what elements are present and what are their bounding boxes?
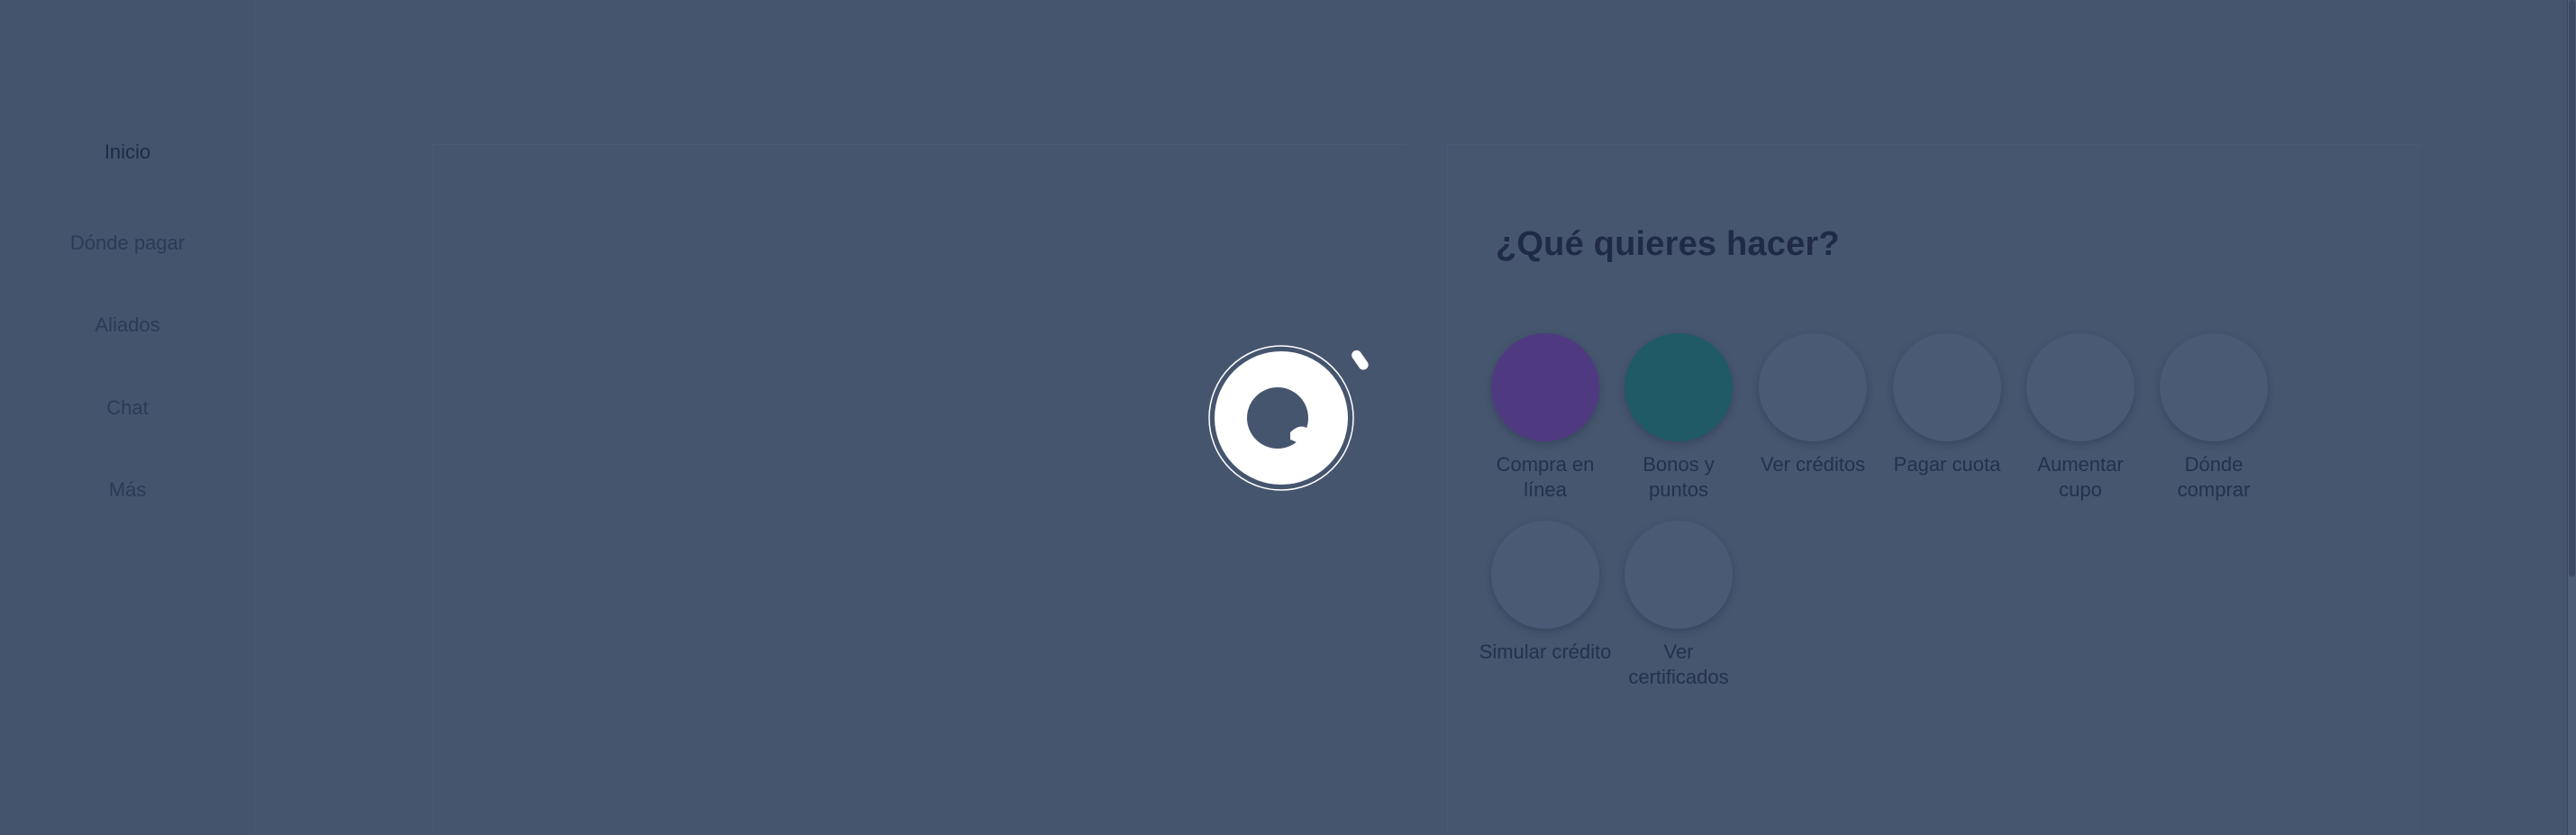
gift-icon: [1625, 333, 1733, 441]
section-title: ¿Qué quieres hacer?: [1496, 225, 1840, 263]
action-label: Dónde comprar: [2177, 453, 2251, 501]
action-label: Simular crédito: [1479, 640, 1612, 663]
action-ver-creditos[interactable]: Ver créditos: [1746, 333, 1880, 477]
scrollbar-thumb[interactable]: [2569, 0, 2575, 576]
action-bonos-y-puntos[interactable]: Bonos y puntos: [1612, 333, 1745, 503]
certificate-icon: [1625, 521, 1733, 629]
sidebar-item-mas[interactable]: Más: [0, 478, 255, 502]
action-label: Ver certificados: [1628, 640, 1729, 688]
action-label: Compra en línea: [1496, 453, 1595, 501]
sidebar-item-chat[interactable]: Chat: [0, 396, 255, 420]
action-donde-comprar[interactable]: Dónde comprar: [2147, 333, 2280, 503]
action-pagar-cuota[interactable]: Pagar cuota: [1880, 333, 2014, 477]
loading-spinner-icon: [1207, 344, 1370, 497]
credit-icon: [1759, 333, 1867, 441]
action-label: Pagar cuota: [1893, 453, 2001, 476]
store-icon: [2160, 333, 2268, 441]
action-compra-en-linea[interactable]: Compra en línea: [1479, 333, 1612, 503]
app-window: Inicio Dónde pagar Aliados Chat Más ¿Qué…: [0, 0, 2576, 835]
sidebar-item-inicio[interactable]: Inicio: [0, 141, 255, 164]
sidebar: Inicio Dónde pagar Aliados Chat Más: [0, 0, 255, 835]
sidebar-item-aliados[interactable]: Aliados: [0, 313, 255, 337]
increase-icon: [2026, 333, 2135, 441]
payment-icon: [1893, 333, 2001, 441]
action-aumentar-cupo[interactable]: Aumentar cupo: [2014, 333, 2147, 503]
top-header: [256, 0, 2568, 126]
action-ver-certificados[interactable]: Ver certificados: [1612, 521, 1745, 690]
calculator-icon: [1491, 521, 1599, 629]
action-label: Ver créditos: [1760, 453, 1866, 476]
action-label: Aumentar cupo: [2037, 453, 2124, 501]
action-label: Bonos y puntos: [1643, 453, 1715, 501]
cart-icon: [1491, 333, 1599, 441]
action-simular-credito[interactable]: Simular crédito: [1479, 521, 1612, 665]
sidebar-item-donde-pagar[interactable]: Dónde pagar: [0, 231, 255, 255]
